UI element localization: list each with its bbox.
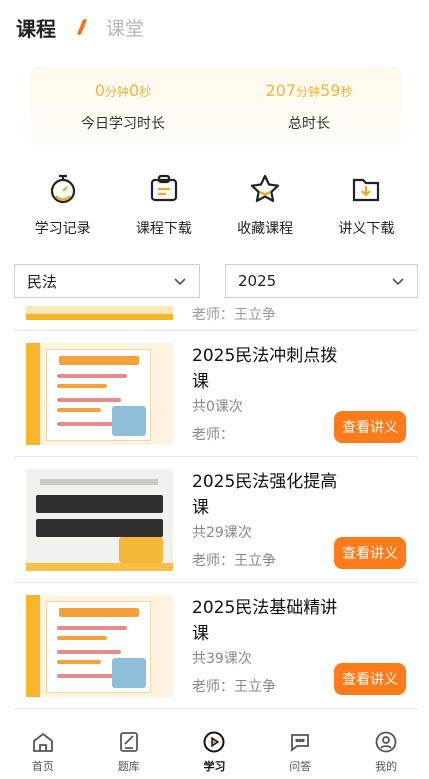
- list-item[interactable]: 2025民法冲刺点拨课 共0课次 老师： 查看讲义: [14, 331, 418, 457]
- subject-select-value: 民法: [27, 272, 58, 291]
- nav-study[interactable]: 学习: [179, 725, 249, 779]
- home-icon: [32, 732, 53, 752]
- course-thumbnail: [26, 469, 173, 571]
- handout-download-button[interactable]: 讲义下载: [320, 172, 412, 238]
- view-handout-button[interactable]: 查看讲义: [334, 663, 406, 695]
- chevron-down-icon: [392, 278, 404, 286]
- year-select[interactable]: 2025: [225, 264, 418, 298]
- star-icon: [251, 174, 280, 202]
- year-select-value: 2025: [238, 272, 277, 290]
- list-item[interactable]: 老师：王立争: [14, 306, 418, 331]
- course-thumbnail: [26, 343, 173, 445]
- tab-classroom[interactable]: 课堂: [106, 14, 144, 41]
- total-study-value: 207分钟59秒: [265, 81, 353, 100]
- nav-profile[interactable]: 我的: [351, 725, 421, 779]
- today-study-value: 0分钟0秒: [94, 81, 152, 100]
- subject-select[interactable]: 民法: [14, 264, 200, 298]
- clipboard-icon: [150, 174, 177, 202]
- tab-divider: [76, 19, 88, 35]
- top-tabs: 课程 课堂: [16, 12, 144, 42]
- list-item[interactable]: 2025民法基础精讲课 共39课次 老师：王立争 查看讲义: [14, 583, 418, 709]
- download-folder-icon: [353, 178, 380, 202]
- nav-question-bank[interactable]: 题库: [94, 725, 164, 779]
- total-study-stat: 207分钟59秒 总时长: [216, 66, 402, 148]
- chat-icon: [291, 734, 310, 752]
- chevron-down-icon: [174, 278, 186, 286]
- course-lesson-count: 共39课次: [192, 651, 252, 667]
- nav-home[interactable]: 首页: [8, 725, 78, 779]
- study-record-button[interactable]: 学习记录: [17, 172, 109, 238]
- course-title: 2025民法冲刺点拨课: [192, 346, 338, 392]
- bottom-nav: 首页 题库 学习 问答 我的: [0, 725, 429, 779]
- course-title: 2025民法基础精讲课: [192, 598, 338, 644]
- course-thumbnail: [26, 595, 173, 697]
- question-bank-icon: [119, 732, 138, 752]
- course-thumbnail: [26, 306, 173, 320]
- quick-actions: 学习记录 课程下载 收藏课程 讲义下载: [0, 172, 429, 238]
- course-teacher: 老师：: [192, 427, 234, 443]
- nav-qa[interactable]: 问答: [265, 725, 335, 779]
- course-title: 2025民法强化提高课: [192, 472, 338, 518]
- favorite-courses-button[interactable]: 收藏课程: [219, 172, 311, 238]
- view-handout-button[interactable]: 查看讲义: [334, 537, 406, 569]
- course-teacher: 老师：王立争: [192, 553, 276, 569]
- today-study-label: 今日学习时长: [81, 116, 165, 132]
- course-lesson-count: 共0课次: [192, 399, 243, 415]
- total-study-label: 总时长: [288, 116, 330, 132]
- course-lesson-count: 共29课次: [192, 525, 252, 541]
- list-item[interactable]: 2025民法强化提高课 共29课次 老师：王立争 查看讲义: [14, 457, 418, 583]
- study-time-card: 0分钟0秒 今日学习时长 207分钟59秒 总时长: [30, 66, 402, 148]
- play-icon: [203, 731, 225, 753]
- tab-course[interactable]: 课程: [16, 13, 56, 42]
- course-list[interactable]: 老师：王立争 2025民法冲刺点拨课 共0课次 老师： 查看讲义 2025民法强…: [0, 306, 429, 724]
- course-teacher: 老师：王立争: [192, 679, 276, 695]
- stopwatch-icon: [50, 174, 75, 204]
- course-teacher: 老师：王立争: [192, 307, 276, 323]
- today-study-stat: 0分钟0秒 今日学习时长: [30, 66, 216, 148]
- view-handout-button[interactable]: 查看讲义: [334, 411, 406, 443]
- profile-icon: [375, 731, 397, 753]
- course-download-button[interactable]: 课程下载: [118, 172, 210, 238]
